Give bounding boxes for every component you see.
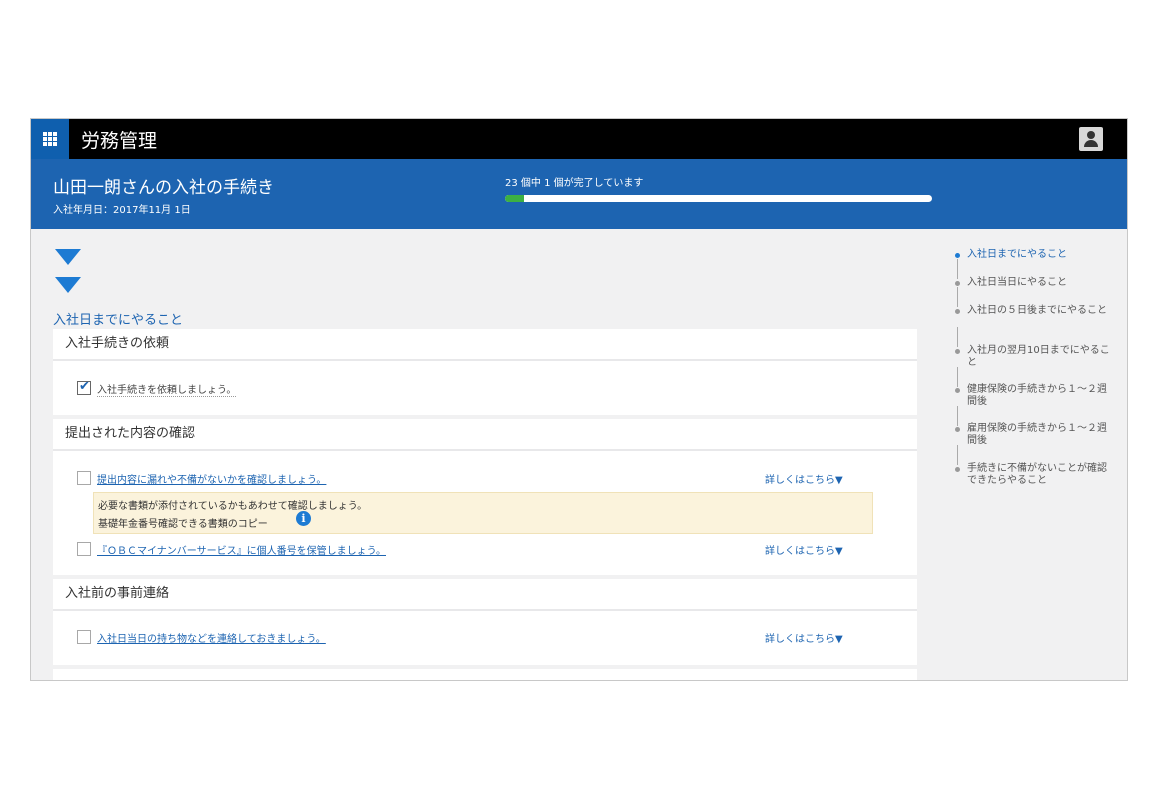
- task-label: 入社手続きを依頼しましょう。: [97, 381, 237, 397]
- card-request: 入社手続きの依頼 ✔ 入社手続きを依頼しましょう。: [53, 329, 917, 415]
- section-title: 入社日までにやること: [53, 313, 184, 328]
- app-window: 労務管理 山田一朗さんの入社の手続き 入社年月日：2017年11月 1日 23 …: [30, 118, 1128, 681]
- page-title: 山田一朗さんの入社の手続き: [53, 178, 274, 198]
- join-date: 入社年月日：2017年11月 1日: [53, 205, 191, 216]
- progress-bar: [505, 195, 932, 202]
- detail-toggle-link[interactable]: 詳しくはこちら▼: [765, 471, 843, 486]
- note-line: 必要な書類が添付されているかもあわせて確認しましょう。: [98, 501, 368, 512]
- app-launcher-grid-icon: [43, 132, 57, 146]
- task-link[interactable]: 提出内容に漏れや不備がないかを確認しましょう。: [97, 471, 326, 486]
- card-title: 提出された内容の確認: [53, 419, 917, 451]
- collapse-arrow-icon[interactable]: [55, 277, 81, 293]
- task-checkbox[interactable]: [77, 630, 91, 644]
- app-title: 労務管理: [81, 130, 158, 152]
- card-review: 提出された内容の確認 提出内容に漏れや不備がないかを確認しましょう。 詳しくはこ…: [53, 419, 917, 575]
- user-avatar-icon[interactable]: [1079, 127, 1103, 151]
- procedure-header: 山田一朗さんの入社の手続き 入社年月日：2017年11月 1日 23 個中 1 …: [31, 159, 1127, 229]
- task-note: 必要な書類が添付されているかもあわせて確認しましょう。 基礎年金番号確認できる書…: [93, 492, 873, 534]
- card-title: 入社手続きの依頼: [53, 329, 917, 361]
- checkbox-checked-icon: ✔: [79, 379, 90, 394]
- detail-toggle-link[interactable]: 詳しくはこちら▼: [765, 542, 843, 557]
- app-launcher-button[interactable]: [31, 119, 69, 159]
- task-checkbox[interactable]: [77, 471, 91, 485]
- progress-bar-fill: [505, 195, 524, 202]
- top-bar: 労務管理: [31, 119, 1127, 159]
- task-link[interactable]: 入社日当日の持ち物などを連絡しておきましょう。: [97, 630, 326, 645]
- info-icon[interactable]: i: [296, 511, 311, 526]
- card-title: 入社前の事前連絡: [53, 579, 917, 611]
- collapse-arrow-icon[interactable]: [55, 249, 81, 265]
- task-checkbox[interactable]: [77, 542, 91, 556]
- task-link[interactable]: 『ＯＢＣマイナンバーサービス』に個人番号を保管しましょう。: [97, 542, 386, 557]
- detail-toggle-link[interactable]: 詳しくはこちら▼: [765, 630, 843, 645]
- card-next: [53, 669, 917, 680]
- progress-text: 23 個中 1 個が完了しています: [505, 178, 644, 189]
- note-line: 基礎年金番号確認できる書類のコピー: [98, 519, 268, 530]
- task-checkbox[interactable]: ✔: [77, 379, 91, 395]
- card-contact: 入社前の事前連絡 入社日当日の持ち物などを連絡しておきましょう。 詳しくはこちら…: [53, 579, 917, 665]
